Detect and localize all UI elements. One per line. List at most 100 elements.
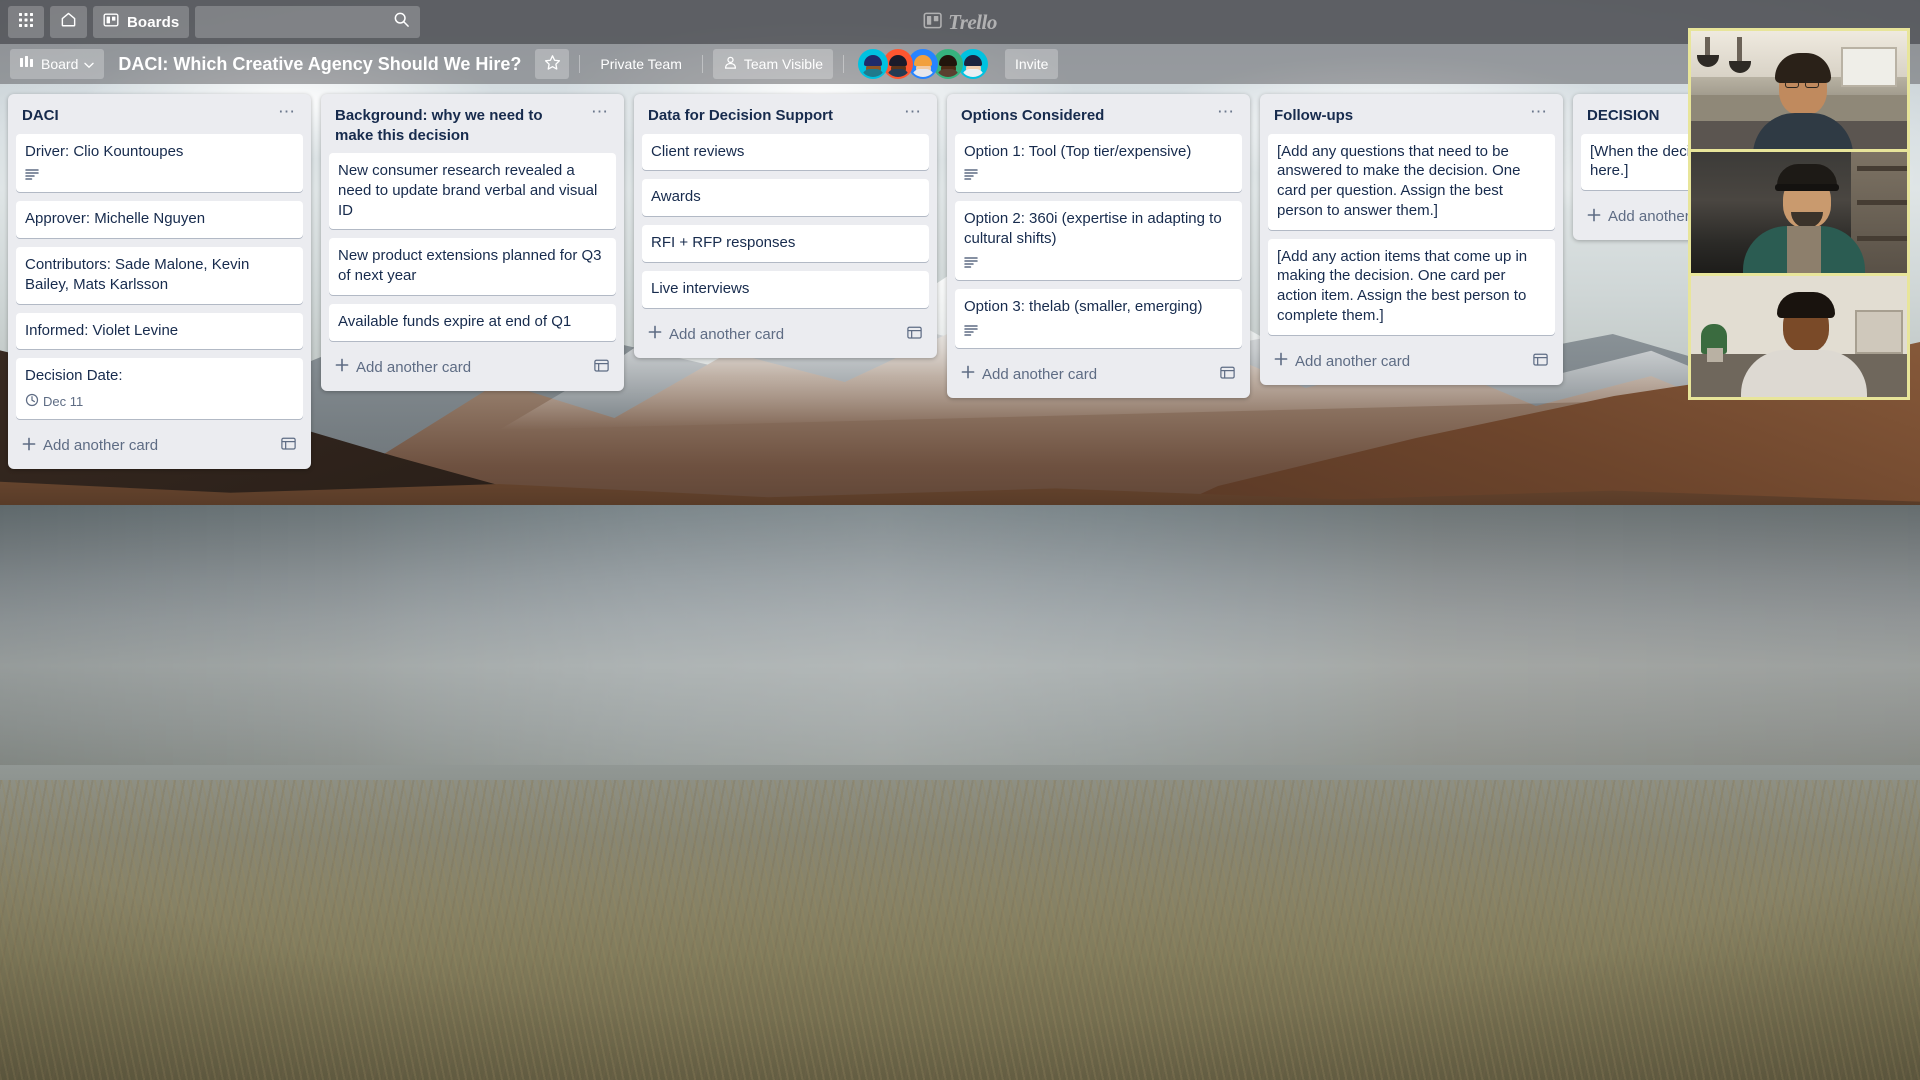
add-another-card-label: Add another card	[982, 365, 1098, 383]
card-template-icon[interactable]	[280, 435, 297, 456]
card-badges	[964, 256, 1233, 271]
card-badges	[25, 168, 294, 183]
star-board-button[interactable]	[535, 49, 570, 79]
video-2-cap-brim	[1775, 184, 1839, 191]
description-badge	[25, 168, 39, 183]
card-title: New consumer research revealed a need to…	[338, 162, 598, 219]
video-3-wall-frame	[1855, 310, 1903, 354]
card[interactable]: New product extensions planned for Q3 of…	[329, 238, 616, 295]
video-tile-3[interactable]	[1688, 276, 1910, 400]
description-badge	[964, 168, 978, 183]
card[interactable]: Driver: Clio Kountoupes	[16, 133, 303, 193]
card-template-icon[interactable]	[1219, 364, 1236, 385]
trello-logo[interactable]: Trello	[923, 10, 997, 35]
list-menu-icon[interactable]: ⋯	[274, 103, 299, 120]
add-another-card-button[interactable]: Add another card	[1268, 344, 1555, 377]
avatar-body	[862, 69, 884, 77]
video-tile-1[interactable]	[1688, 28, 1910, 152]
add-another-card-label: Add another card	[356, 358, 472, 376]
home-button[interactable]	[50, 6, 87, 38]
boards-button-label: Boards	[127, 13, 180, 31]
add-another-card-button[interactable]: Add another card	[955, 357, 1242, 390]
search-icon[interactable]	[393, 11, 410, 33]
list-header: DACI ⋯	[16, 102, 303, 134]
board-switch-icon	[20, 56, 35, 72]
video-call-panel	[1688, 28, 1910, 400]
card[interactable]: Approver: Michelle Nguyen	[16, 201, 303, 239]
description-badge	[964, 256, 978, 271]
apps-grid-button[interactable]	[8, 6, 44, 38]
video-tile-2[interactable]	[1688, 152, 1910, 276]
search-container[interactable]	[195, 6, 421, 38]
add-another-card-button[interactable]: Add another card	[329, 350, 616, 383]
avatar-hair	[864, 55, 882, 66]
list-title[interactable]: Follow-ups	[1274, 106, 1518, 126]
card[interactable]: Decision Date: Dec 11	[16, 358, 303, 420]
card-title: Option 3: thelab (smaller, emerging)	[964, 297, 1203, 315]
boards-button[interactable]: Boards	[93, 6, 190, 38]
list-menu-icon[interactable]: ⋯	[900, 103, 925, 120]
add-another-card-button[interactable]: Add another card	[642, 317, 929, 350]
card[interactable]: Option 2: 360i (expertise in adapting to…	[955, 201, 1242, 280]
list-menu-icon[interactable]: ⋯	[587, 103, 612, 120]
board-header-bar: Board DACI: Which Creative Agency Should…	[0, 44, 1920, 84]
video-2-shelf-line	[1857, 200, 1907, 205]
avatar-body	[962, 69, 984, 77]
list-title[interactable]: Options Considered	[961, 106, 1205, 126]
video-1-pendant-cord	[1737, 37, 1742, 63]
add-another-card-button[interactable]: Add another card	[16, 428, 303, 461]
card-title: RFI + RFP responses	[651, 234, 796, 252]
invite-button[interactable]: Invite	[1005, 49, 1059, 79]
card-title: Awards	[651, 188, 701, 206]
list-title[interactable]: Background: why we need to make this dec…	[335, 106, 579, 145]
due-date-badge[interactable]: Dec 11	[25, 393, 83, 410]
list-header: Options Considered ⋯	[955, 102, 1242, 134]
card-template-icon[interactable]	[906, 324, 923, 345]
card[interactable]: [Add any questions that need to be answe…	[1268, 133, 1555, 230]
avatar-hair	[964, 55, 982, 66]
list-header: Follow-ups ⋯	[1268, 102, 1555, 134]
plus-icon	[961, 365, 975, 383]
avatar-hair	[939, 55, 957, 66]
page-title: DACI: Which Creative Agency Should We Hi…	[118, 53, 522, 74]
list-header: Background: why we need to make this dec…	[329, 102, 616, 153]
add-another-card-label: Add another card	[43, 437, 159, 455]
avatar-hair	[914, 55, 932, 66]
card[interactable]: Contributors: Sade Malone, Kevin Bailey,…	[16, 247, 303, 304]
avatar[interactable]	[858, 49, 888, 79]
board-view-switcher-label: Board	[41, 56, 79, 72]
list-menu-icon[interactable]: ⋯	[1213, 103, 1238, 120]
board-view-switcher[interactable]: Board	[10, 49, 105, 79]
top-navigation-bar: Boards Trello	[0, 0, 1920, 44]
card[interactable]: Informed: Violet Levine	[16, 312, 303, 350]
card-title: [Add any action items that come up in ma…	[1277, 247, 1528, 325]
card-template-icon[interactable]	[593, 357, 610, 378]
card-title: [Add any questions that need to be answe…	[1277, 142, 1521, 219]
card[interactable]: New consumer research revealed a need to…	[329, 153, 616, 230]
card[interactable]: Client reviews	[642, 133, 929, 171]
video-3-plant-pot	[1707, 348, 1723, 362]
description-icon	[964, 324, 978, 339]
card-template-icon[interactable]	[1532, 351, 1549, 372]
card[interactable]: [Add any action items that come up in ma…	[1268, 238, 1555, 335]
home-icon	[60, 11, 77, 33]
list-title[interactable]: Data for Decision Support	[648, 106, 892, 126]
video-2-hands	[1787, 226, 1821, 273]
card[interactable]: Awards	[642, 179, 929, 217]
card[interactable]: RFI + RFP responses	[642, 225, 929, 262]
team-name-button[interactable]: Private Team	[590, 49, 691, 79]
card[interactable]: Option 3: thelab (smaller, emerging)	[955, 288, 1242, 348]
header-divider	[579, 55, 581, 73]
search-input[interactable]	[205, 14, 394, 30]
card-title: Contributors: Sade Malone, Kevin Bailey,…	[25, 256, 250, 293]
due-date-label: Dec 11	[43, 394, 84, 410]
card-title: Driver: Clio Kountoupes	[25, 142, 184, 160]
header-divider	[701, 55, 703, 73]
card[interactable]: Option 1: Tool (Top tier/expensive)	[955, 133, 1242, 193]
list-title[interactable]: DACI	[22, 106, 266, 126]
video-3-hair	[1777, 292, 1835, 318]
card[interactable]: Available funds expire at end of Q1	[329, 303, 616, 341]
visibility-button[interactable]: Team Visible	[712, 49, 833, 79]
card[interactable]: Live interviews	[642, 270, 929, 308]
list-menu-icon[interactable]: ⋯	[1526, 103, 1551, 120]
